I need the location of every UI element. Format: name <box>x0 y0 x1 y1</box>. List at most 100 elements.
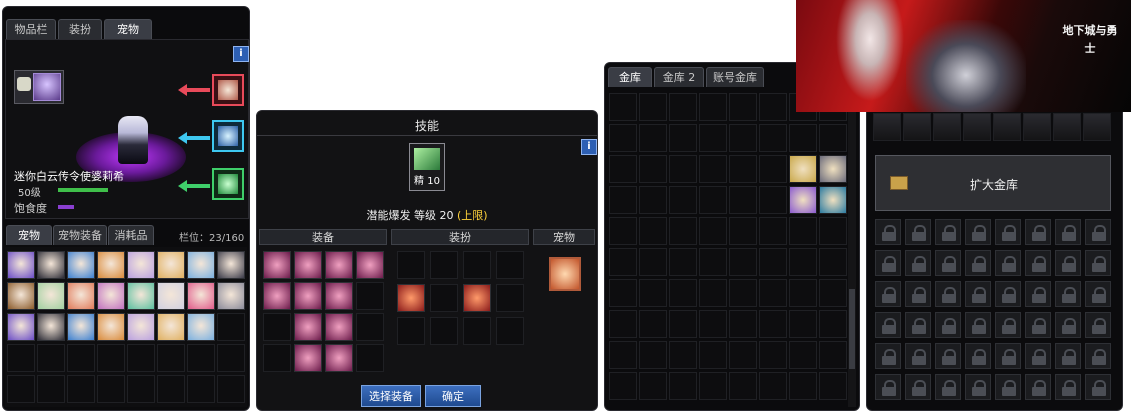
pet-item[interactable] <box>97 251 125 279</box>
avatar-item[interactable] <box>463 284 491 312</box>
green-skill-slot[interactable] <box>212 168 244 200</box>
tab-pet[interactable]: 宠物 <box>104 19 152 39</box>
lock-icon <box>1055 312 1081 338</box>
empty-slot <box>699 217 727 245</box>
pet-item[interactable] <box>7 282 35 310</box>
tab-pet-equipment[interactable]: 宠物装备 <box>53 225 107 245</box>
empty-slot <box>729 341 757 369</box>
pet-item[interactable] <box>37 282 65 310</box>
equipment-item[interactable] <box>294 282 322 310</box>
pet-portrait-thumb[interactable] <box>14 70 64 104</box>
vault-item[interactable] <box>1023 113 1051 141</box>
banner-character-art <box>830 0 910 112</box>
info-icon[interactable]: i <box>581 139 597 155</box>
equipment-item[interactable] <box>263 251 291 279</box>
equipment-item[interactable] <box>294 251 322 279</box>
pet-item[interactable] <box>97 313 125 341</box>
equipment-item[interactable] <box>263 282 291 310</box>
empty-slot <box>729 248 757 276</box>
pet-item[interactable] <box>7 313 35 341</box>
expand-vault-label: 扩大金库 <box>969 178 1018 192</box>
equipment-item[interactable] <box>294 344 322 372</box>
tab-consumables[interactable]: 消耗品 <box>108 225 154 245</box>
pet-sprite <box>118 116 148 164</box>
pet-item[interactable] <box>217 282 245 310</box>
pet-item[interactable] <box>157 282 185 310</box>
vault-scrollbar[interactable] <box>848 89 856 407</box>
expand-vault-bar[interactable]: 扩大金库 <box>875 155 1111 211</box>
pet-item[interactable] <box>157 313 185 341</box>
empty-slot <box>609 155 637 183</box>
vault-item[interactable] <box>903 113 931 141</box>
pet-item[interactable] <box>67 251 95 279</box>
pet-item[interactable] <box>187 282 215 310</box>
vault-item[interactable] <box>873 113 901 141</box>
empty-slot <box>759 186 787 214</box>
equipment-item[interactable] <box>325 313 353 341</box>
pet-slot[interactable] <box>549 257 581 291</box>
tab-pets[interactable]: 宠物 <box>6 225 52 245</box>
empty-slot <box>463 317 491 345</box>
tab-vault-1[interactable]: 金库 1 <box>608 67 652 104</box>
empty-slot <box>97 375 125 403</box>
equipment-item[interactable] <box>325 251 353 279</box>
vault-scrollbar-thumb[interactable] <box>849 289 855 369</box>
vault-item[interactable] <box>1083 113 1111 141</box>
vault-item[interactable] <box>819 186 847 214</box>
empty-slot <box>609 279 637 307</box>
vault-item[interactable] <box>819 155 847 183</box>
empty-slot <box>609 186 637 214</box>
vault-item[interactable] <box>993 113 1021 141</box>
vault-item[interactable] <box>1053 113 1081 141</box>
empty-slot <box>699 310 727 338</box>
equipment-item[interactable] <box>325 344 353 372</box>
vault-item[interactable] <box>963 113 991 141</box>
pet-item[interactable] <box>157 251 185 279</box>
vault-item[interactable] <box>789 155 817 183</box>
pet-item[interactable] <box>67 313 95 341</box>
lock-icon <box>875 374 901 400</box>
pet-item[interactable] <box>97 282 125 310</box>
pet-item[interactable] <box>7 251 35 279</box>
red-skill-slot[interactable] <box>212 74 244 106</box>
pet-item[interactable] <box>127 251 155 279</box>
confirm-button[interactable]: 确定 <box>425 385 481 407</box>
empty-slot <box>759 124 787 152</box>
equipment-item[interactable] <box>325 282 353 310</box>
equipment-item[interactable] <box>294 313 322 341</box>
pet-item[interactable] <box>37 313 65 341</box>
pet-item[interactable] <box>127 282 155 310</box>
vault-item[interactable] <box>933 113 961 141</box>
green-arrow-icon <box>186 184 210 188</box>
red-arrow-icon <box>186 88 210 92</box>
blue-skill-slot[interactable] <box>212 120 244 152</box>
empty-slot <box>639 341 667 369</box>
lock-icon <box>1055 374 1081 400</box>
empty-slot <box>759 372 787 400</box>
lock-icon <box>965 250 991 276</box>
empty-slot <box>397 251 425 279</box>
pet-item[interactable] <box>187 313 215 341</box>
tab-avatar[interactable]: 装扮 <box>58 19 102 39</box>
select-equipment-button[interactable]: 选择装备 <box>361 385 421 407</box>
lock-icon <box>875 219 901 245</box>
empty-slot <box>759 341 787 369</box>
skill-window: 技能 i 精 10 潜能爆发 等级 20 (上限) 装备 装扮 宠物 选择装备 … <box>256 110 598 411</box>
locked-slots-grid <box>871 217 1117 407</box>
pet-item[interactable] <box>217 251 245 279</box>
tab-account-vault[interactable]: 账号金库 <box>706 67 764 87</box>
info-icon[interactable]: i <box>233 46 249 62</box>
pet-item[interactable] <box>67 282 95 310</box>
equipment-item[interactable] <box>356 251 384 279</box>
empty-slot <box>187 375 215 403</box>
pet-item[interactable] <box>187 251 215 279</box>
empty-slot <box>609 310 637 338</box>
empty-slot <box>217 375 245 403</box>
pet-item[interactable] <box>127 313 155 341</box>
tab-inventory[interactable]: 物品栏 <box>6 19 56 39</box>
pet-item[interactable] <box>37 251 65 279</box>
avatar-item[interactable] <box>397 284 425 312</box>
tab-vault-2[interactable]: 金库 2 <box>654 67 704 87</box>
vault-item[interactable] <box>789 186 817 214</box>
skill-icon-slot[interactable]: 精 10 <box>409 143 445 191</box>
